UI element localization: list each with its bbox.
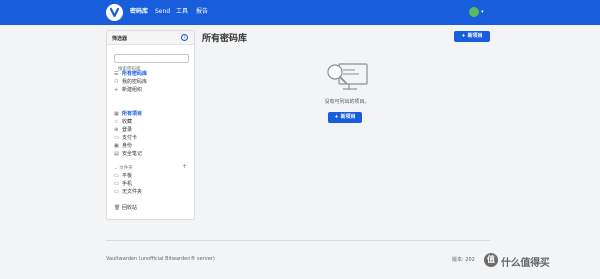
- footer-version: 版本: 202: [452, 257, 475, 263]
- filter-my-vault-label: 我的密码库: [122, 79, 148, 85]
- new-item-empty-button[interactable]: + 新项目: [328, 112, 362, 123]
- user-avatar[interactable]: [469, 7, 479, 17]
- vaultwarden-logo-icon[interactable]: [106, 4, 123, 21]
- folder-phone[interactable]: ▭ 手机: [114, 181, 132, 187]
- nav-send[interactable]: Send: [155, 8, 170, 16]
- filter-header: 筛选器 ?: [107, 31, 194, 45]
- search-vault-field[interactable]: [114, 54, 189, 73]
- filter-login-label: 登录: [122, 127, 133, 133]
- folder-icon: ▭: [114, 189, 119, 195]
- credit-card-icon: ▭: [114, 135, 119, 141]
- plus-icon: +: [114, 87, 119, 93]
- top-navbar: 密码库 Send 工具 报告 ▾: [0, 0, 600, 25]
- grid-icon: ▦: [114, 111, 119, 117]
- filter-all-items-label: 所有项目: [122, 111, 143, 117]
- filter-trash-label: 回收站: [122, 205, 138, 211]
- folder-icon: ▭: [114, 173, 119, 179]
- filter-trash[interactable]: 🗑 回收站: [114, 205, 137, 211]
- filter-sidebar: 筛选器 ? ☰所有密码库 ⚇我的密码库 +新建组织 ▦所有项目 ☆收藏 ⊕登录 …: [106, 30, 195, 220]
- plus-icon: +: [461, 33, 466, 39]
- filter-secure-note[interactable]: ▤ 安全笔记: [114, 151, 142, 157]
- page-title: 所有密码库: [202, 34, 248, 44]
- filter-all-items[interactable]: ▦ 所有项目: [114, 111, 142, 117]
- add-folder-icon[interactable]: +: [182, 164, 187, 170]
- globe-icon: ⊕: [114, 127, 119, 133]
- folder-icon: ▭: [114, 181, 119, 187]
- new-item-button-label: 新项目: [467, 33, 483, 39]
- list-icon: ☰: [114, 71, 119, 77]
- filter-new-organization[interactable]: + 新建组织: [114, 87, 142, 93]
- plus-icon: +: [334, 114, 339, 120]
- filter-identity[interactable]: ▣ 身份: [114, 143, 132, 149]
- filter-identity-label: 身份: [122, 143, 133, 149]
- watermark-text: 什么值得买: [501, 258, 550, 269]
- folders-header[interactable]: ⌄ 文件夹: [114, 165, 133, 171]
- chevron-down-icon[interactable]: ▾: [481, 9, 484, 15]
- filter-title: 筛选器: [112, 36, 128, 42]
- filter-card[interactable]: ▭ 支付卡: [114, 135, 137, 141]
- filter-all-vaults[interactable]: ☰ 所有密码库: [114, 71, 147, 77]
- note-icon: ▤: [114, 151, 119, 157]
- footer-credit: Vaultwarden (unofficial Bitwarden® serve…: [106, 256, 215, 262]
- folder-tablet-label: 平板: [122, 173, 133, 179]
- folder-phone-label: 手机: [122, 181, 133, 187]
- empty-vault-illustration: [327, 63, 368, 90]
- filter-my-vault[interactable]: ⚇ 我的密码库: [114, 79, 147, 85]
- empty-state-text: 没有可列出的项目。: [324, 99, 370, 105]
- star-icon: ☆: [114, 119, 119, 125]
- id-card-icon: ▣: [114, 143, 119, 149]
- filter-card-label: 支付卡: [122, 135, 138, 141]
- folder-none-label: 无文件夹: [122, 189, 143, 195]
- help-icon[interactable]: ?: [181, 34, 188, 41]
- filter-all-vaults-label: 所有密码库: [122, 71, 148, 77]
- nav-reports[interactable]: 报告: [196, 8, 208, 16]
- folders-header-label: 文件夹: [119, 166, 133, 171]
- filter-favorites[interactable]: ☆ 收藏: [114, 119, 132, 125]
- watermark-logo-icon: 值: [484, 253, 498, 267]
- filter-new-organization-label: 新建组织: [122, 87, 143, 93]
- nav-tools[interactable]: 工具: [176, 8, 188, 16]
- trash-icon: 🗑: [114, 205, 121, 211]
- folder-none[interactable]: ▭ 无文件夹: [114, 189, 142, 195]
- nav-vault[interactable]: 密码库: [130, 8, 148, 16]
- footer-divider: [106, 240, 490, 241]
- user-icon: ⚇: [114, 79, 119, 85]
- filter-favorites-label: 收藏: [122, 119, 133, 125]
- filter-secure-note-label: 安全笔记: [122, 151, 143, 157]
- filter-login[interactable]: ⊕ 登录: [114, 127, 132, 133]
- folder-tablet[interactable]: ▭ 平板: [114, 173, 132, 179]
- new-item-empty-button-label: 新项目: [340, 114, 356, 120]
- new-item-button[interactable]: + 新项目: [454, 31, 490, 42]
